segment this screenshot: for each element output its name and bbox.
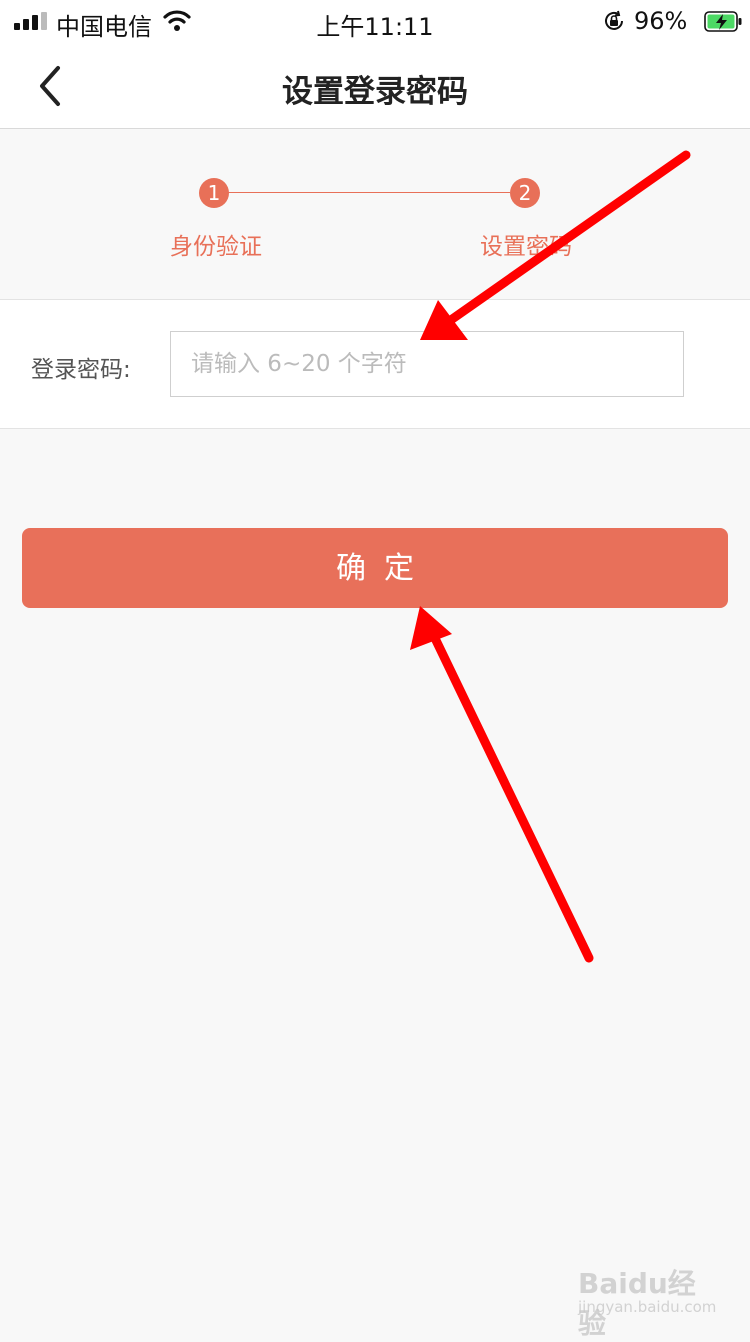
annotation-arrow-to-button xyxy=(410,606,594,963)
step-1-badge: 1 xyxy=(199,178,229,208)
step-2-label: 设置密码 xyxy=(480,234,572,260)
status-bar: 中国电信 上午11:11 96% xyxy=(0,0,750,44)
progress-stepper: 1 2 身份验证 设置密码 xyxy=(0,129,750,299)
confirm-button[interactable]: 确定 xyxy=(22,528,728,608)
step-2-badge: 2 xyxy=(510,178,540,208)
step-connector xyxy=(228,192,510,193)
password-form-row: 登录密码: xyxy=(0,299,750,429)
nav-bar: 设置登录密码 xyxy=(0,44,750,129)
battery-percent: 96% xyxy=(634,7,688,35)
password-input[interactable] xyxy=(170,331,684,397)
orientation-lock-icon xyxy=(605,10,623,30)
baidu-watermark: Baidu经验 jingyan.baidu.com xyxy=(578,1250,718,1340)
password-label: 登录密码: xyxy=(31,357,131,383)
watermark-url: jingyan.baidu.com xyxy=(578,1298,717,1316)
step-1-label: 身份验证 xyxy=(170,234,262,260)
battery-charging-icon xyxy=(704,11,742,32)
page-title: 设置登录密码 xyxy=(282,74,468,110)
